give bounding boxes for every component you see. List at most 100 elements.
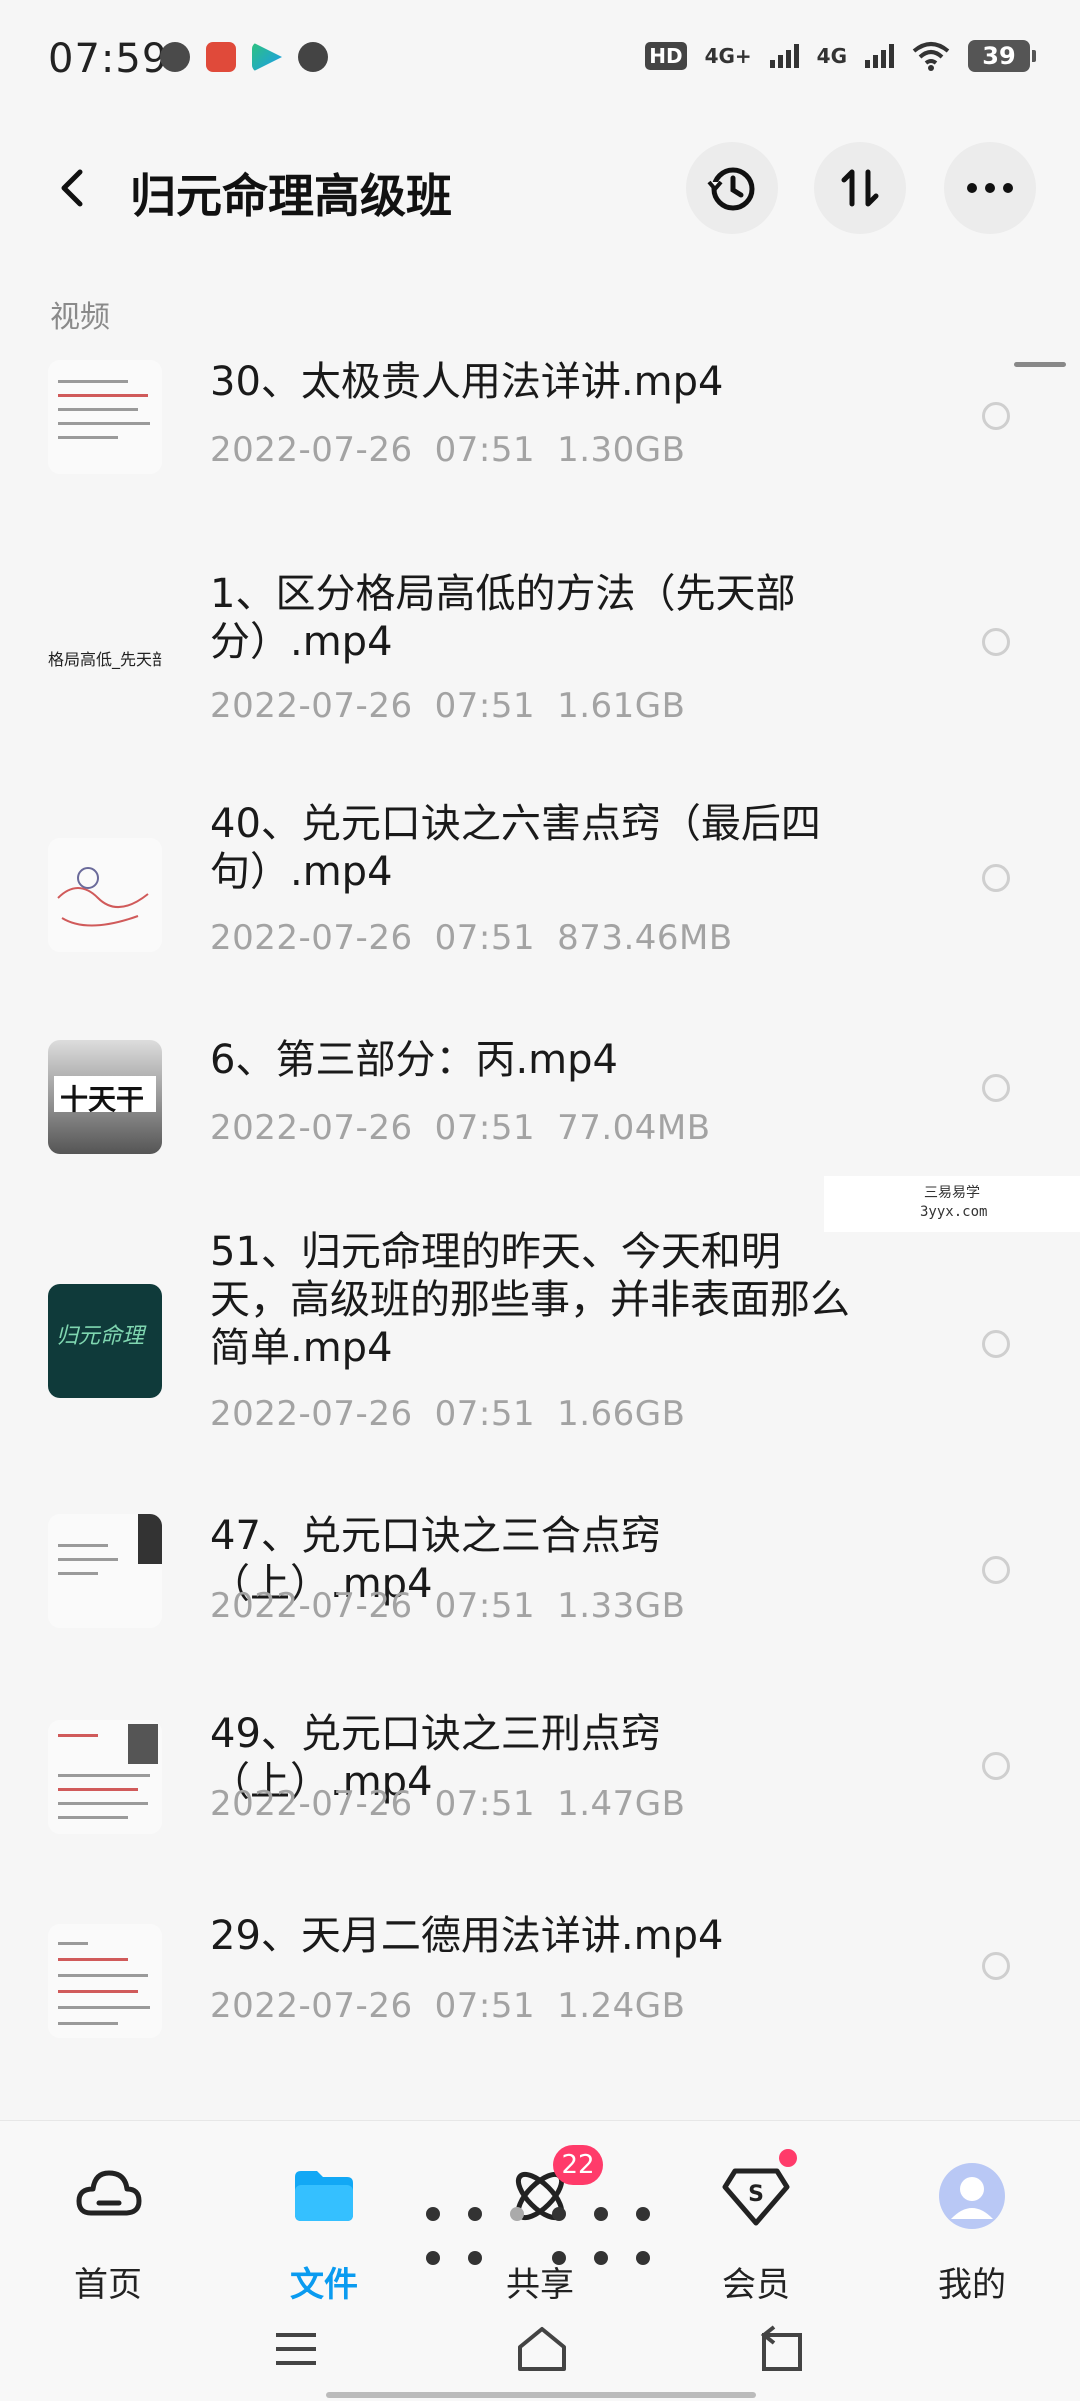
file-name: 6、第三部分：丙.mp4 [210,1037,618,1083]
svg-text:S: S [748,2182,764,2207]
file-item[interactable]: 40、兑元口诀之六害点窍（最后四句）.mp4 2022-07-26 07:51 87… [0,782,1080,1012]
tab-home[interactable]: 首页 [38,2161,178,2306]
file-name: 1、区分格局高低的方法（先天部分）.mp4 [210,571,796,665]
home-icon[interactable] [514,2325,570,2373]
file-name: 29、天月二德用法详讲.mp4 [210,1913,724,1959]
file-meta: 2022-07-26 07:51 1.61GB [210,686,707,726]
network-label-2: 4G [816,44,847,68]
file-date: 2022-07-26 [210,1108,413,1148]
app-header: 归元命理高级班 [0,130,1080,250]
signal-icon-2 [865,44,894,68]
file-meta: 2022-07-26 07:51 1.66GB [210,1394,707,1434]
video-thumbnail [48,838,162,952]
file-date: 2022-07-26 [210,1394,413,1434]
video-thumbnail: 归元命理 [48,1284,162,1398]
file-meta: 2022-07-26 07:51 1.33GB [210,1586,707,1626]
compass-app-icon [298,42,328,72]
file-meta: 2022-07-26 07:51 1.24GB [210,1986,707,2026]
file-item[interactable]: 47、兑元口诀之三合点窍（上）.mp4 2022-07-26 07:51 1.33G… [0,1486,1080,1690]
file-time: 07:51 [434,1108,536,1148]
file-meta: 2022-07-26 07:51 873.46MB [210,918,755,958]
video-thumbnail [48,1514,162,1628]
tab-vip[interactable]: S 会员 [686,2149,826,2306]
file-item[interactable]: 29、天月二德用法详讲.mp4 2022-07-26 07:51 1.24GB [0,1894,1080,2094]
tab-label: 文件 [290,2265,358,2305]
file-item[interactable]: 30、太极贵人用法详讲.mp4 2022-07-26 07:51 1.30GB [0,330,1080,550]
video-thumbnail [48,1720,162,1834]
status-time: 07:59 [48,36,169,82]
select-radio[interactable] [982,1952,1010,1980]
select-radio[interactable] [982,1752,1010,1780]
video-thumbnail: 格局高低_先天部 [48,606,162,720]
file-time: 07:51 [434,430,536,470]
scrollbar[interactable] [1014,362,1066,367]
notification-dot [779,2149,797,2167]
history-icon [707,167,755,211]
watermark-line-1: 三易易学 [924,1185,980,1201]
thumbnail-text: 格局高低_先天部 [48,650,162,669]
file-time: 07:51 [434,1394,536,1434]
file-time: 07:51 [434,1586,536,1626]
tab-files[interactable]: 文件 [254,2161,394,2306]
file-name: 30、太极贵人用法详讲.mp4 [210,359,724,405]
file-size: 1.30GB [557,430,686,470]
tab-label: 首页 [74,2265,142,2305]
video-thumbnail [48,360,162,474]
bottom-nav: 首页 文件 22 共享 S 会员 我的 [0,2120,1080,2401]
file-item[interactable]: 格局高低_先天部 1、区分格局高低的方法（先天部分）.mp4 2022-07-2… [0,550,1080,782]
thumbnail-text: 十天干 [60,1083,145,1116]
watermark-line-2: 3yyx.com [920,1204,988,1220]
video-thumbnail: 十天干 [48,1040,162,1154]
thumbnail-text: 归元命理 [56,1324,145,1349]
wechat-icon [160,42,190,72]
select-radio[interactable] [982,1074,1010,1102]
cloud-icon [73,2161,143,2231]
select-radio[interactable] [982,864,1010,892]
select-radio[interactable] [982,1556,1010,1584]
sort-button[interactable] [814,142,906,234]
video-thumbnail [48,1924,162,2038]
select-radio[interactable] [982,402,1010,430]
menu-icon[interactable] [272,2327,320,2371]
file-time: 07:51 [434,686,536,726]
system-nav-bar [0,2321,1080,2381]
watermark: 三易易学 3yyx.com [824,1176,1080,1232]
select-radio[interactable] [982,1330,1010,1358]
chevron-left-icon [61,169,83,207]
back-button[interactable] [48,158,94,218]
tab-me[interactable]: 我的 [902,2161,1042,2306]
file-size: 1.66GB [557,1394,686,1434]
calendar-app-icon [206,42,236,72]
status-indicators: HD 4G+ 4G 39 [645,40,1036,72]
file-date: 2022-07-26 [210,686,413,726]
signal-icon-1 [769,44,799,68]
status-app-icons [160,42,328,72]
home-indicator[interactable] [326,2392,756,2398]
file-meta: 2022-07-26 07:51 1.47GB [210,1784,707,1824]
file-item[interactable]: 49、兑元口诀之三刑点窍（上）.mp4 2022-07-26 07:51 1.47G… [0,1690,1080,1894]
file-item[interactable]: 归元命理 51、归元命理的昨天、今天和明天，高级班的那些事，并非表面那么简单.m… [0,1206,1080,1486]
file-size: 1.47GB [557,1784,686,1824]
file-time: 07:51 [434,1986,536,2026]
file-date: 2022-07-26 [210,1986,413,2026]
select-radio[interactable] [982,628,1010,656]
file-size: 77.04MB [557,1108,711,1148]
more-button[interactable] [944,142,1036,234]
file-meta: 2022-07-26 07:51 1.30GB [210,430,707,470]
file-size: 1.61GB [557,686,686,726]
hd-icon: HD [645,42,687,70]
file-size: 1.33GB [557,1586,686,1626]
history-button[interactable] [686,142,778,234]
file-date: 2022-07-26 [210,430,413,470]
file-name: 40、兑元口诀之六害点窍（最后四句）.mp4 [210,801,821,895]
notification-badge: 22 [553,2145,603,2185]
battery-icon: 39 [968,40,1036,72]
vip-diamond-icon: S [721,2149,797,2231]
folder-icon [289,2161,359,2231]
file-date: 2022-07-26 [210,1586,413,1626]
file-size: 1.24GB [557,1986,686,2026]
wifi-icon [912,42,950,71]
status-bar: 07:59 HD 4G+ 4G 39 [0,0,1080,110]
back-nav-icon[interactable] [756,2325,808,2373]
file-size: 873.46MB [557,918,733,958]
